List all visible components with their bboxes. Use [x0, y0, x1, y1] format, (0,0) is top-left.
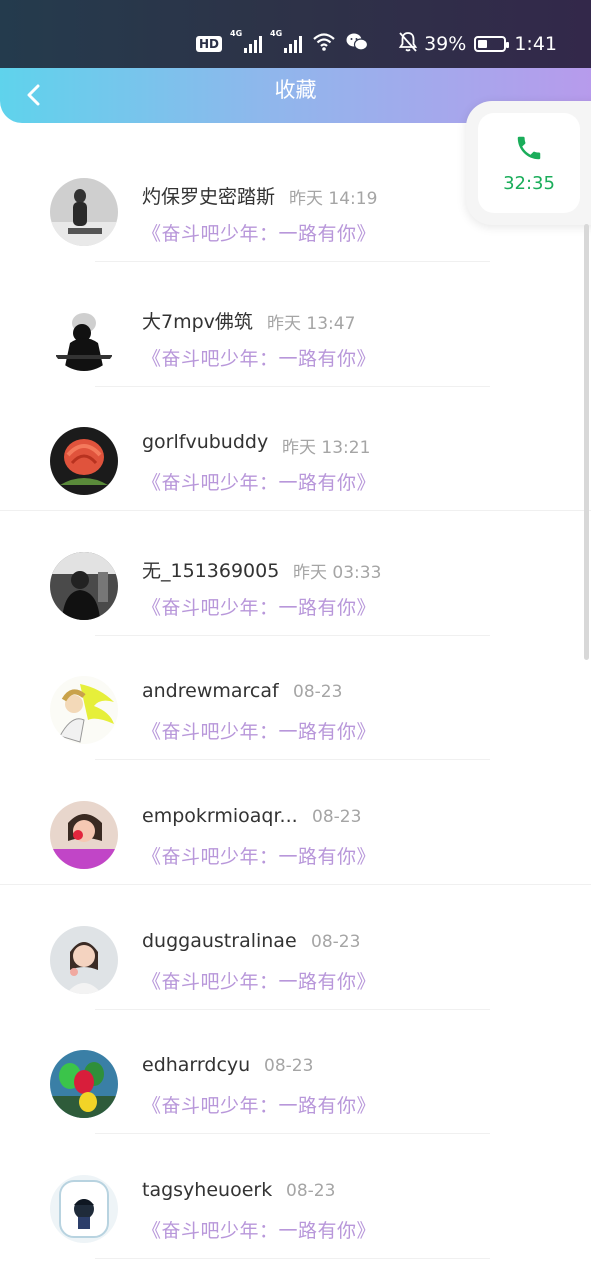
- user-name[interactable]: duggaustralinae: [142, 930, 297, 952]
- favorite-title[interactable]: 《奋斗吧少年：一路有你》: [142, 219, 376, 246]
- avatar[interactable]: [50, 551, 118, 620]
- battery-percent: 39%: [424, 33, 467, 55]
- favorites-list: 灼保罗史密踏斯 昨天 14:19 《奋斗吧少年：一路有你》 大7mpv佛筑 昨天 13:…: [0, 138, 591, 1259]
- user-name[interactable]: 大7mpv佛筑: [142, 307, 253, 334]
- status-left: HD 4G 4G: [196, 29, 369, 58]
- avatar[interactable]: [50, 302, 118, 371]
- timestamp: 08-23: [311, 931, 361, 952]
- timestamp: 昨天 03:33: [293, 562, 382, 583]
- avatar[interactable]: [50, 178, 118, 246]
- favorite-item[interactable]: edharrdcyu 08-23 《奋斗吧少年：一路有你》: [0, 1010, 591, 1135]
- timestamp: 昨天 14:19: [289, 189, 378, 209]
- call-floating-window: 32:35: [466, 101, 591, 225]
- bell-off-icon: [398, 31, 418, 58]
- favorite-item[interactable]: empokrmioaqr... 08-23 《奋斗吧少年：一路有你》: [0, 761, 591, 886]
- favorite-title[interactable]: 《奋斗吧少年：一路有你》: [142, 1091, 376, 1118]
- favorite-item[interactable]: andrewmarcaf 08-23 《奋斗吧少年：一路有你》: [0, 636, 591, 761]
- avatar[interactable]: [50, 676, 118, 745]
- favorite-title[interactable]: 《奋斗吧少年：一路有你》: [142, 1216, 376, 1243]
- user-name[interactable]: edharrdcyu: [142, 1054, 250, 1076]
- scrollbar[interactable]: [584, 224, 589, 660]
- timestamp: 08-23: [293, 682, 343, 703]
- user-name[interactable]: tagsyheuoerk: [142, 1179, 272, 1201]
- timestamp: 昨天 13:47: [267, 313, 356, 334]
- phone-icon: [517, 136, 541, 159]
- avatar[interactable]: [50, 925, 118, 994]
- favorite-item[interactable]: gorlfvubuddy 昨天 13:21 《奋斗吧少年：一路有你》: [0, 387, 591, 512]
- favorite-title[interactable]: 《奋斗吧少年：一路有你》: [142, 842, 376, 869]
- timestamp: 08-23: [312, 806, 362, 827]
- favorite-title[interactable]: 《奋斗吧少年：一路有你》: [142, 967, 376, 994]
- user-name[interactable]: empokrmioaqr...: [142, 805, 298, 827]
- avatar[interactable]: [50, 427, 118, 496]
- favorite-title[interactable]: 《奋斗吧少年：一路有你》: [142, 468, 376, 495]
- favorite-item[interactable]: 大7mpv佛筑 昨天 13:47 《奋斗吧少年：一路有你》: [0, 263, 591, 388]
- user-name[interactable]: gorlfvubuddy: [142, 431, 268, 453]
- avatar[interactable]: [50, 1050, 118, 1119]
- favorite-item[interactable]: 无_151369005 昨天 03:33 《奋斗吧少年：一路有你》: [0, 512, 591, 637]
- user-name[interactable]: 灼保罗史密踏斯: [142, 182, 275, 209]
- call-duration: 32:35: [503, 172, 555, 194]
- timestamp: 08-23: [264, 1056, 314, 1077]
- divider: [95, 1257, 490, 1259]
- favorite-title[interactable]: 《奋斗吧少年：一路有你》: [142, 717, 376, 744]
- status-right: 39% 1:41: [398, 30, 557, 58]
- call-bubble-button[interactable]: 32:35: [478, 113, 580, 213]
- avatar[interactable]: [50, 1174, 118, 1243]
- battery-icon: [474, 36, 510, 52]
- wifi-icon: [312, 32, 336, 56]
- user-name[interactable]: 无_151369005: [142, 556, 279, 583]
- favorite-title[interactable]: 《奋斗吧少年：一路有你》: [142, 593, 376, 620]
- favorite-item[interactable]: tagsyheuoerk 08-23 《奋斗吧少年：一路有你》: [0, 1135, 591, 1260]
- timestamp: 昨天 13:21: [282, 438, 371, 459]
- favorite-title[interactable]: 《奋斗吧少年：一路有你》: [142, 344, 376, 371]
- favorite-item[interactable]: duggaustralinae 08-23 《奋斗吧少年：一路有你》: [0, 886, 591, 1011]
- signal-icon: 4G: [230, 29, 263, 53]
- wechat-icon: [346, 32, 369, 56]
- signal-icon-2: 4G: [270, 29, 303, 53]
- hd-badge: HD: [196, 36, 223, 52]
- avatar[interactable]: [50, 800, 118, 869]
- user-name[interactable]: andrewmarcaf: [142, 680, 279, 702]
- clock: 1:41: [514, 33, 557, 55]
- timestamp: 08-23: [286, 1180, 336, 1201]
